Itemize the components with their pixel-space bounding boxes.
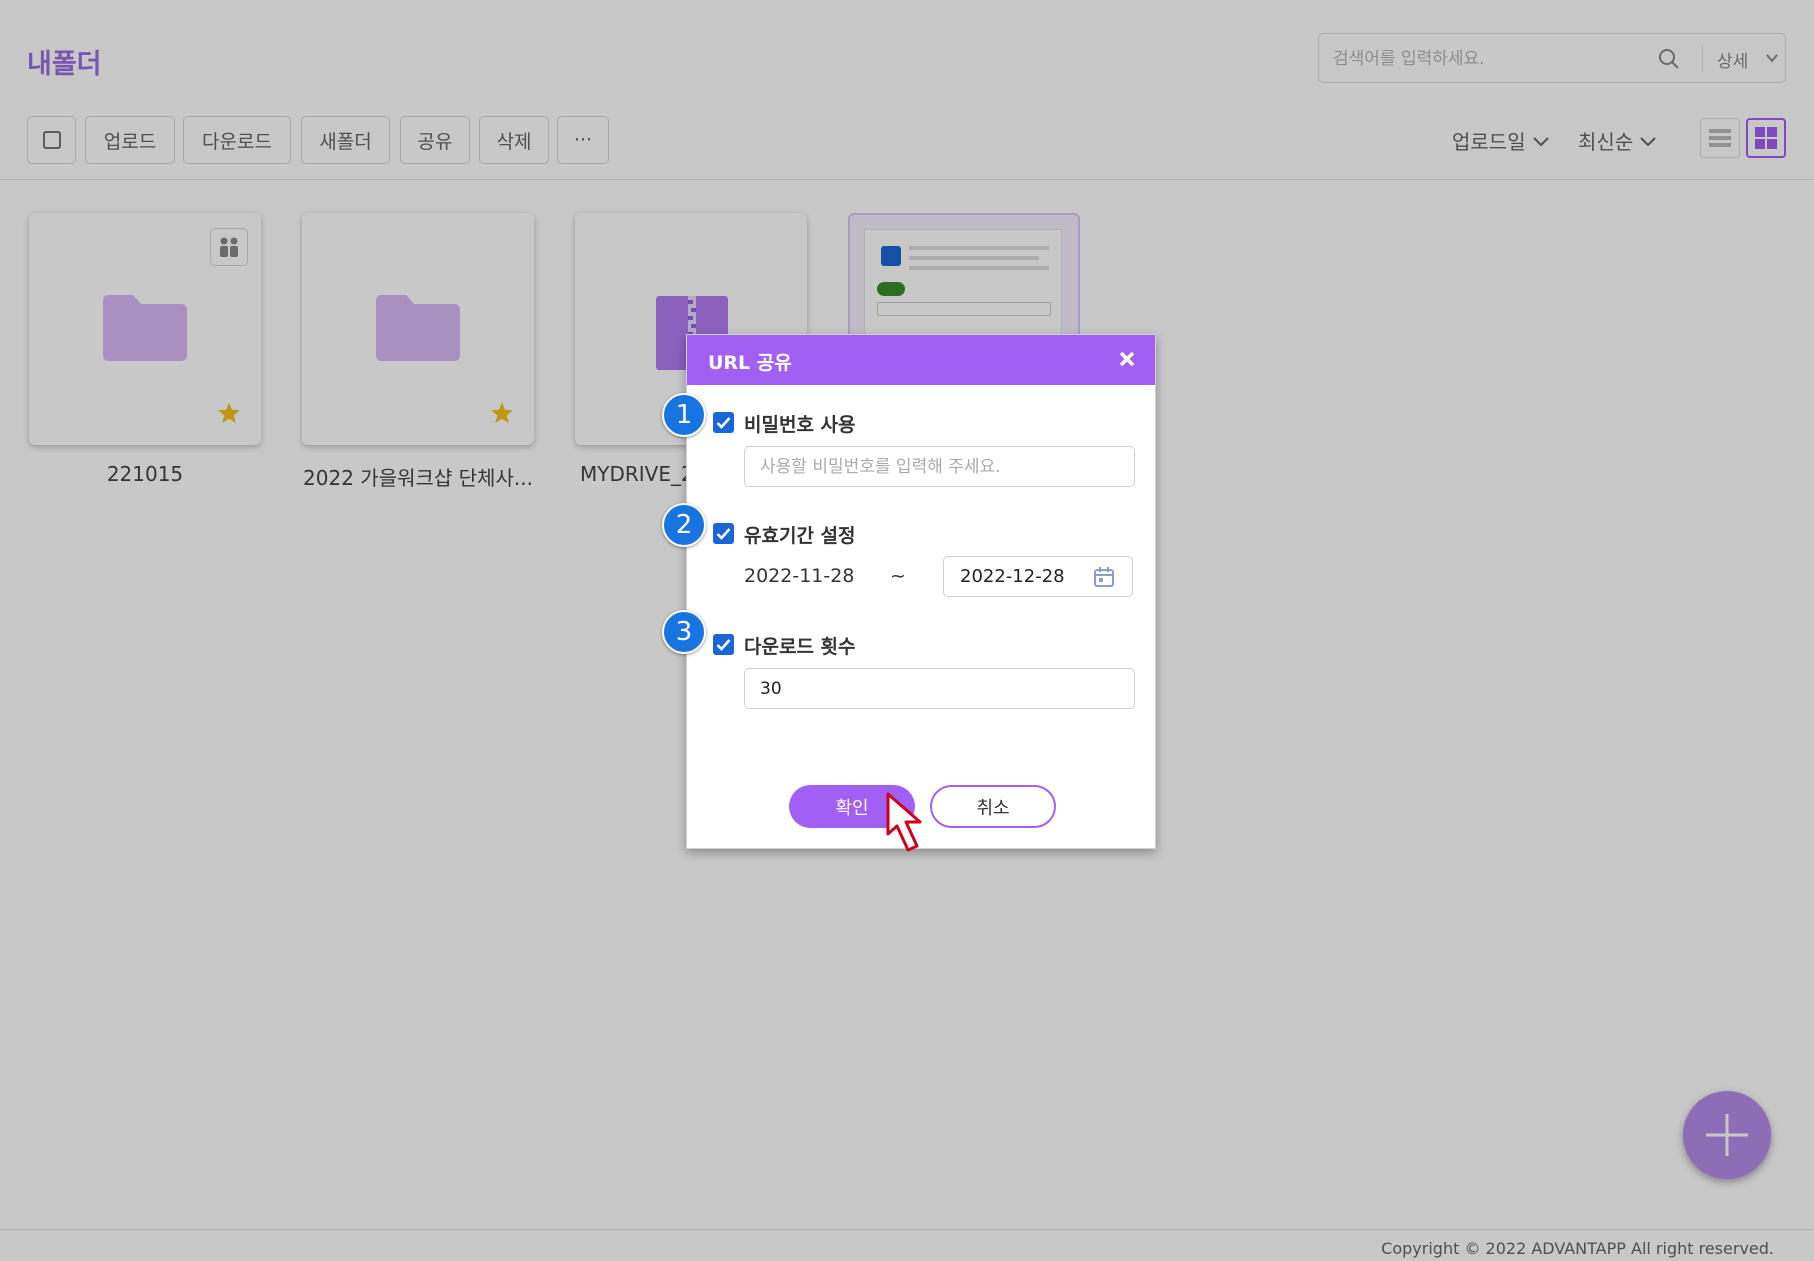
dialog-title: URL 공유 xyxy=(708,352,792,374)
check-icon xyxy=(716,639,731,651)
cancel-button[interactable]: 취소 xyxy=(930,785,1056,828)
check-icon xyxy=(716,417,731,429)
url-share-dialog: URL 공유 비밀번호 사용 유효기간 설정 2022-11-28 ~ 2022… xyxy=(686,334,1156,849)
step-badge: 2 xyxy=(662,503,706,547)
download-count-label: 다운로드 횟수 xyxy=(744,636,856,658)
close-button[interactable] xyxy=(1115,347,1139,371)
end-date-value: 2022-12-28 xyxy=(960,566,1065,587)
password-label: 비밀번호 사용 xyxy=(744,414,856,436)
password-input[interactable] xyxy=(744,446,1135,487)
download-count-input[interactable] xyxy=(744,668,1135,709)
expiry-label: 유효기간 설정 xyxy=(744,525,856,547)
close-icon xyxy=(1119,351,1135,367)
download-count-checkbox[interactable] xyxy=(713,634,734,655)
start-date: 2022-11-28 xyxy=(744,565,855,587)
cursor-arrow-icon xyxy=(886,792,922,852)
check-icon xyxy=(716,528,731,540)
end-date-picker[interactable]: 2022-12-28 xyxy=(943,556,1133,597)
step-badge: 1 xyxy=(662,393,706,437)
step-badge: 3 xyxy=(662,610,706,654)
dialog-header: URL 공유 xyxy=(687,335,1155,385)
calendar-icon[interactable] xyxy=(1093,566,1115,588)
password-checkbox[interactable] xyxy=(713,412,734,433)
expiry-checkbox[interactable] xyxy=(713,523,734,544)
date-range-separator: ~ xyxy=(890,565,906,587)
